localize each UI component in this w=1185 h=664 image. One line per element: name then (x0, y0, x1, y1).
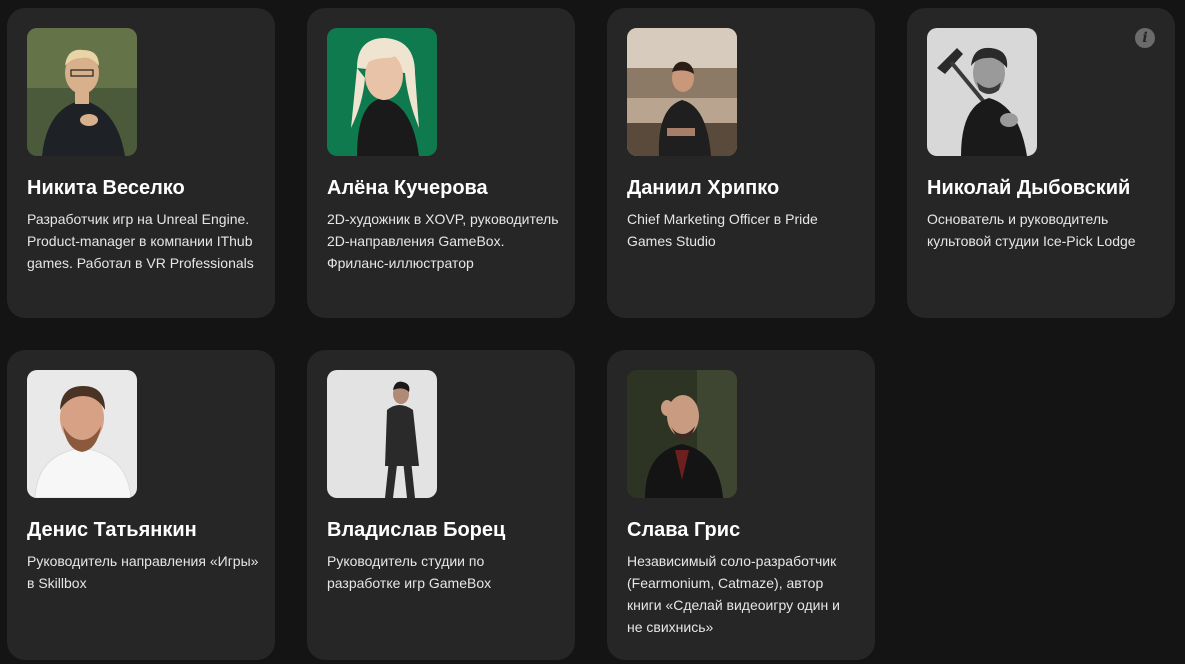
speaker-description: Основатель и руководитель культовой студ… (927, 211, 1136, 249)
speaker-photo-image (27, 370, 137, 498)
speakers-grid: Никита Веселко Разработчик игр на Unreal… (0, 0, 1185, 664)
speaker-name: Владислав Борец (327, 519, 506, 541)
speaker-name: Николай Дыбовский (927, 177, 1131, 199)
speaker-description: Независимый соло-разработчик (Fearmonium… (627, 553, 840, 635)
speaker-photo-image (627, 28, 737, 156)
speaker-description: Разработчик игр на Unreal Engine. Produc… (27, 211, 254, 271)
speaker-photo-image (327, 370, 437, 498)
speaker-name: Слава Грис (627, 519, 741, 541)
speaker-name: Никита Веселко (27, 177, 185, 199)
speaker-card: Никита Веселко Разработчик игр на Unreal… (7, 8, 275, 318)
speaker-photo (27, 370, 137, 498)
speaker-photo (327, 28, 437, 156)
speaker-card: Даниил Хрипко Chief Marketing Officer в … (607, 8, 875, 318)
speaker-card: Владислав Борец Руководитель студии по р… (307, 350, 575, 660)
speaker-photo (627, 370, 737, 498)
speaker-photo-image (27, 28, 137, 156)
speaker-photo-image (327, 28, 437, 156)
speaker-photo-image (627, 370, 737, 498)
speaker-photo (627, 28, 737, 156)
speaker-description: Chief Marketing Officer в Pride Games St… (627, 211, 818, 249)
speaker-photo (927, 28, 1037, 156)
speaker-photo (327, 370, 437, 498)
speaker-photo (27, 28, 137, 156)
speaker-name: Денис Татьянкин (27, 519, 197, 541)
speaker-card: Алёна Кучерова 2D-художник в XOVP, руков… (307, 8, 575, 318)
speaker-card: Денис Татьянкин Руководитель направления… (7, 350, 275, 660)
info-icon[interactable]: i (1135, 28, 1155, 48)
speaker-description: Руководитель студии по разработке игр Ga… (327, 553, 492, 591)
speaker-description: 2D-художник в XOVP, руководитель 2D-напр… (327, 211, 559, 271)
speaker-photo-image (927, 28, 1037, 156)
speaker-name: Даниил Хрипко (627, 177, 780, 199)
speaker-card: Слава Грис Независимый соло-разработчик … (607, 350, 875, 660)
speaker-description: Руководитель направления «Игры» в Skillb… (27, 553, 259, 591)
speaker-name: Алёна Кучерова (327, 177, 488, 199)
speaker-card: i Николай Дыбовский Основатель и руковод… (907, 8, 1175, 318)
